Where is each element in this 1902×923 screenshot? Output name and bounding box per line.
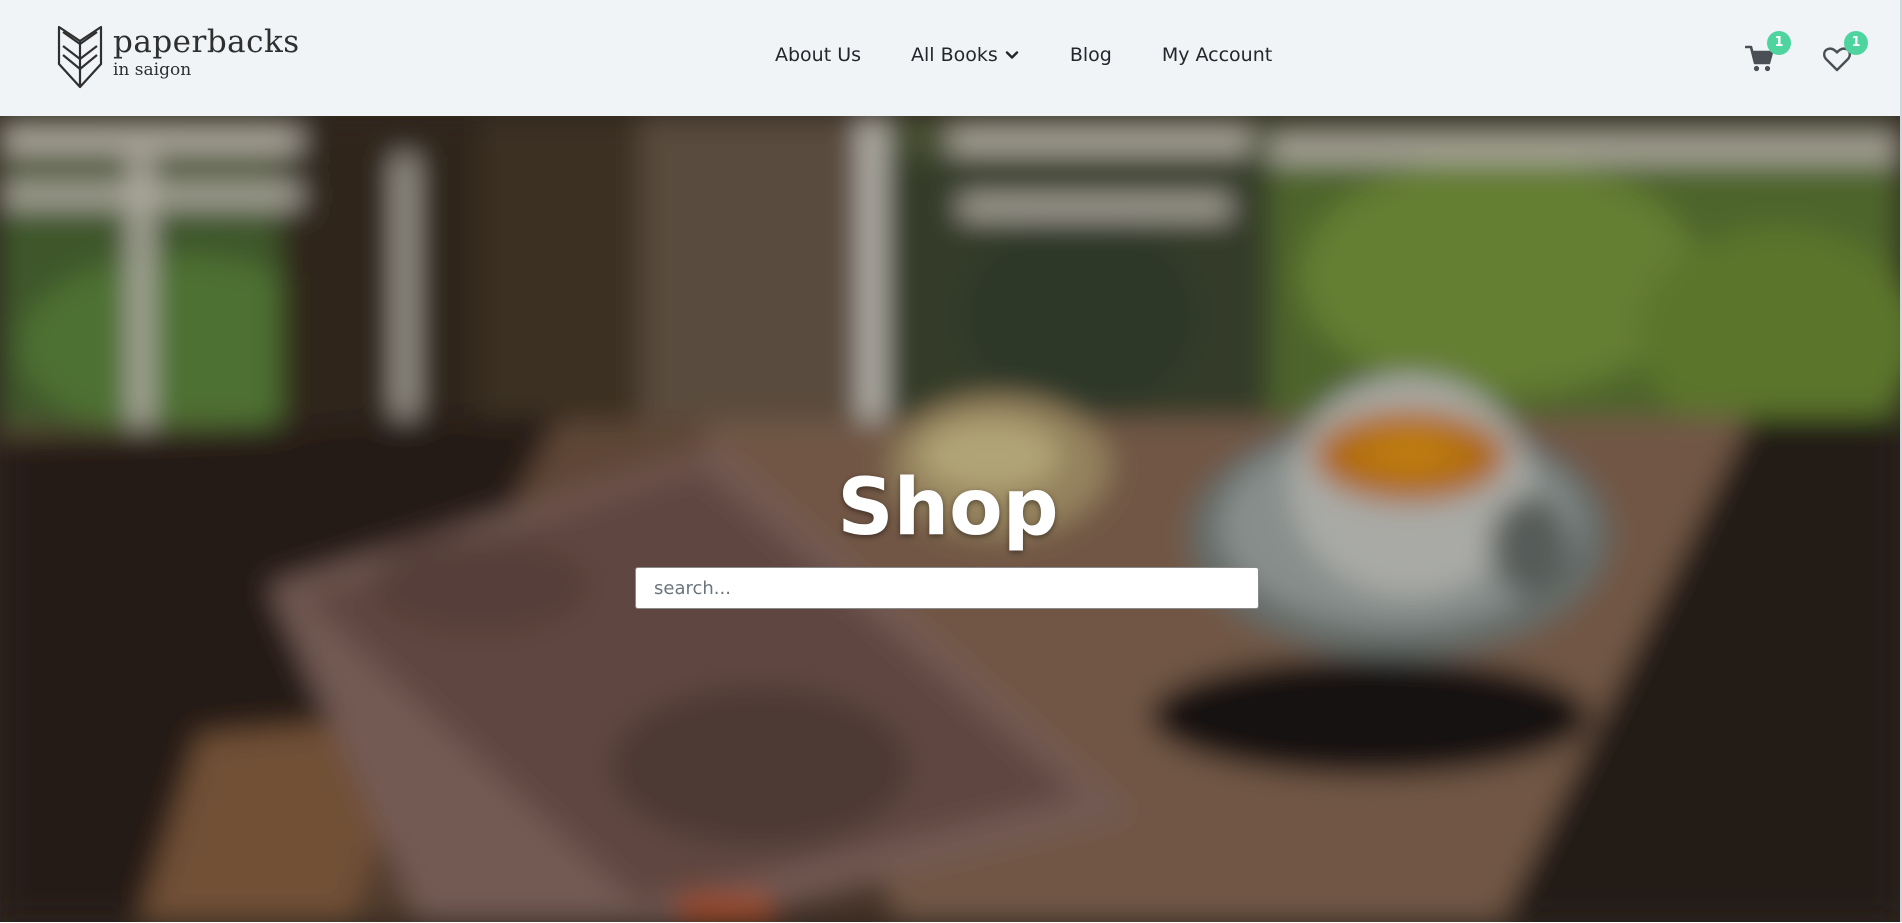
nav-my-account-label: My Account [1161,44,1273,66]
book-logo-icon [57,25,103,89]
hero-banner: Shop [0,116,1902,922]
cart-count-badge: 1 [1767,31,1791,55]
wishlist-button[interactable]: 1 [1822,31,1868,76]
main-nav: About Us All Books Blog My Account [775,44,1272,66]
logo-subtitle: in saigon [113,60,192,80]
nav-all-books[interactable]: All Books [911,44,1020,66]
page-title: Shop [837,463,1059,553]
wishlist-count-badge: 1 [1844,31,1868,55]
page: paperbacks in saigon About Us All Books … [0,0,1902,923]
site-header: paperbacks in saigon About Us All Books … [0,0,1902,116]
nav-all-books-label: All Books [911,44,998,66]
cart-button[interactable]: 1 [1744,31,1791,76]
nav-my-account[interactable]: My Account [1162,44,1272,66]
chevron-down-icon [1005,51,1019,59]
site-logo[interactable]: paperbacks in saigon [56,24,300,90]
nav-blog-label: Blog [1069,44,1112,66]
search-input[interactable] [635,567,1259,609]
logo-text: paperbacks in saigon [113,24,300,80]
nav-blog[interactable]: Blog [1070,44,1112,66]
logo-title: paperbacks [113,24,300,60]
nav-about-us[interactable]: About Us [775,44,861,66]
nav-about-us-label: About Us [775,44,862,66]
